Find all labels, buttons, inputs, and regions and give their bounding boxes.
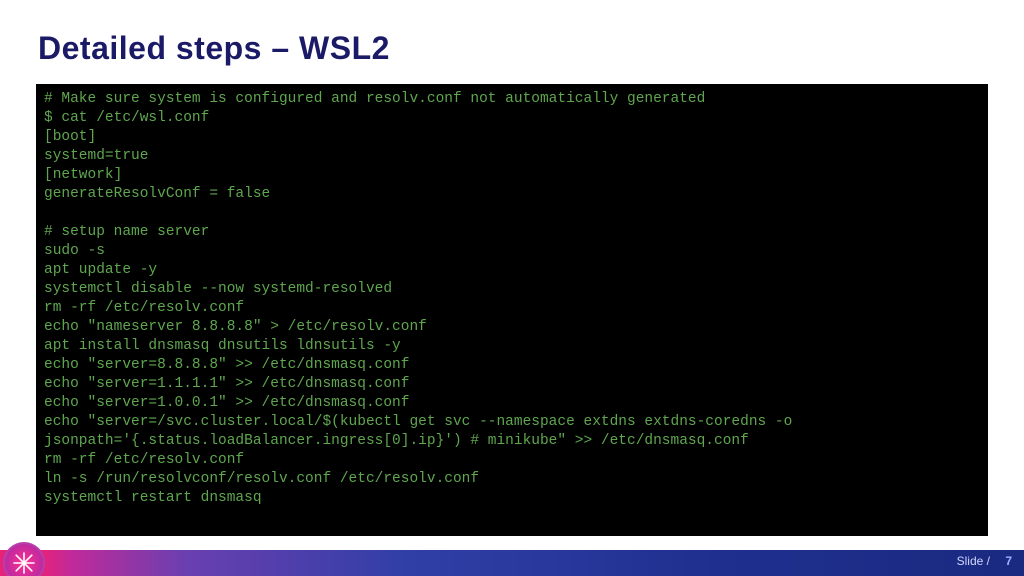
brand-logo-icon [3,542,45,576]
footer-bar: Slide / 7 [0,550,1024,576]
slide: Detailed steps – WSL2 # Make sure system… [0,0,1024,576]
footer-page-number: 7 [1005,554,1012,568]
footer-slide-label: Slide / [957,554,990,568]
slide-title: Detailed steps – WSL2 [38,30,390,67]
terminal-block: # Make sure system is configured and res… [36,84,988,536]
